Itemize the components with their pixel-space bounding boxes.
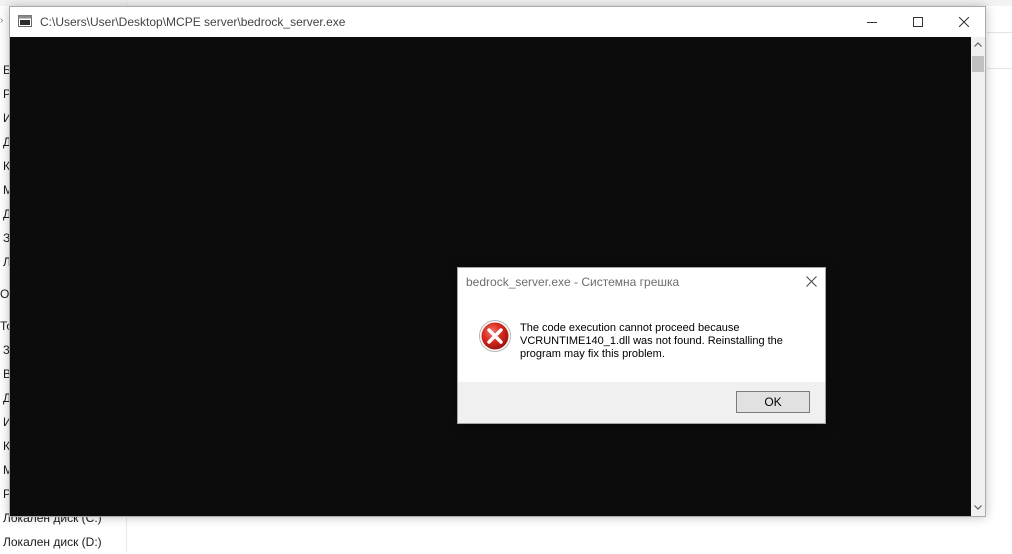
minimize-button[interactable] (849, 7, 895, 37)
nav-item[interactable]: Локален диск (D:) (0, 530, 126, 554)
console-title: C:\Users\User\Desktop\MCPE server\bedroc… (40, 15, 346, 29)
close-button[interactable] (941, 7, 987, 37)
vertical-scrollbar[interactable] (971, 37, 985, 516)
minimize-icon (867, 22, 877, 23)
close-icon (959, 17, 969, 27)
console-app-icon (18, 15, 32, 27)
dialog-close-button[interactable] (798, 268, 826, 297)
close-icon (806, 276, 817, 287)
explorer-content-edge (987, 8, 1012, 528)
console-titlebar[interactable]: C:\Users\User\Desktop\MCPE server\bedroc… (10, 7, 985, 37)
scroll-up-arrow-icon[interactable] (973, 40, 983, 50)
maximize-button[interactable] (895, 7, 941, 37)
maximize-icon (913, 17, 923, 27)
console-window: C:\Users\User\Desktop\MCPE server\bedroc… (9, 6, 986, 517)
chevron-right-icon[interactable]: › (0, 15, 3, 26)
error-icon (479, 320, 511, 352)
system-error-dialog: bedrock_server.exe - Системна грешка The… (457, 267, 826, 424)
error-message: The code execution cannot proceed becaus… (520, 322, 783, 360)
scrollbar-thumb[interactable] (972, 56, 984, 72)
dialog-footer: OK (458, 382, 825, 423)
dialog-title: bedrock_server.exe - Системна грешка (466, 275, 680, 289)
scroll-down-arrow-icon[interactable] (973, 502, 983, 512)
ok-button[interactable]: OK (736, 391, 810, 413)
